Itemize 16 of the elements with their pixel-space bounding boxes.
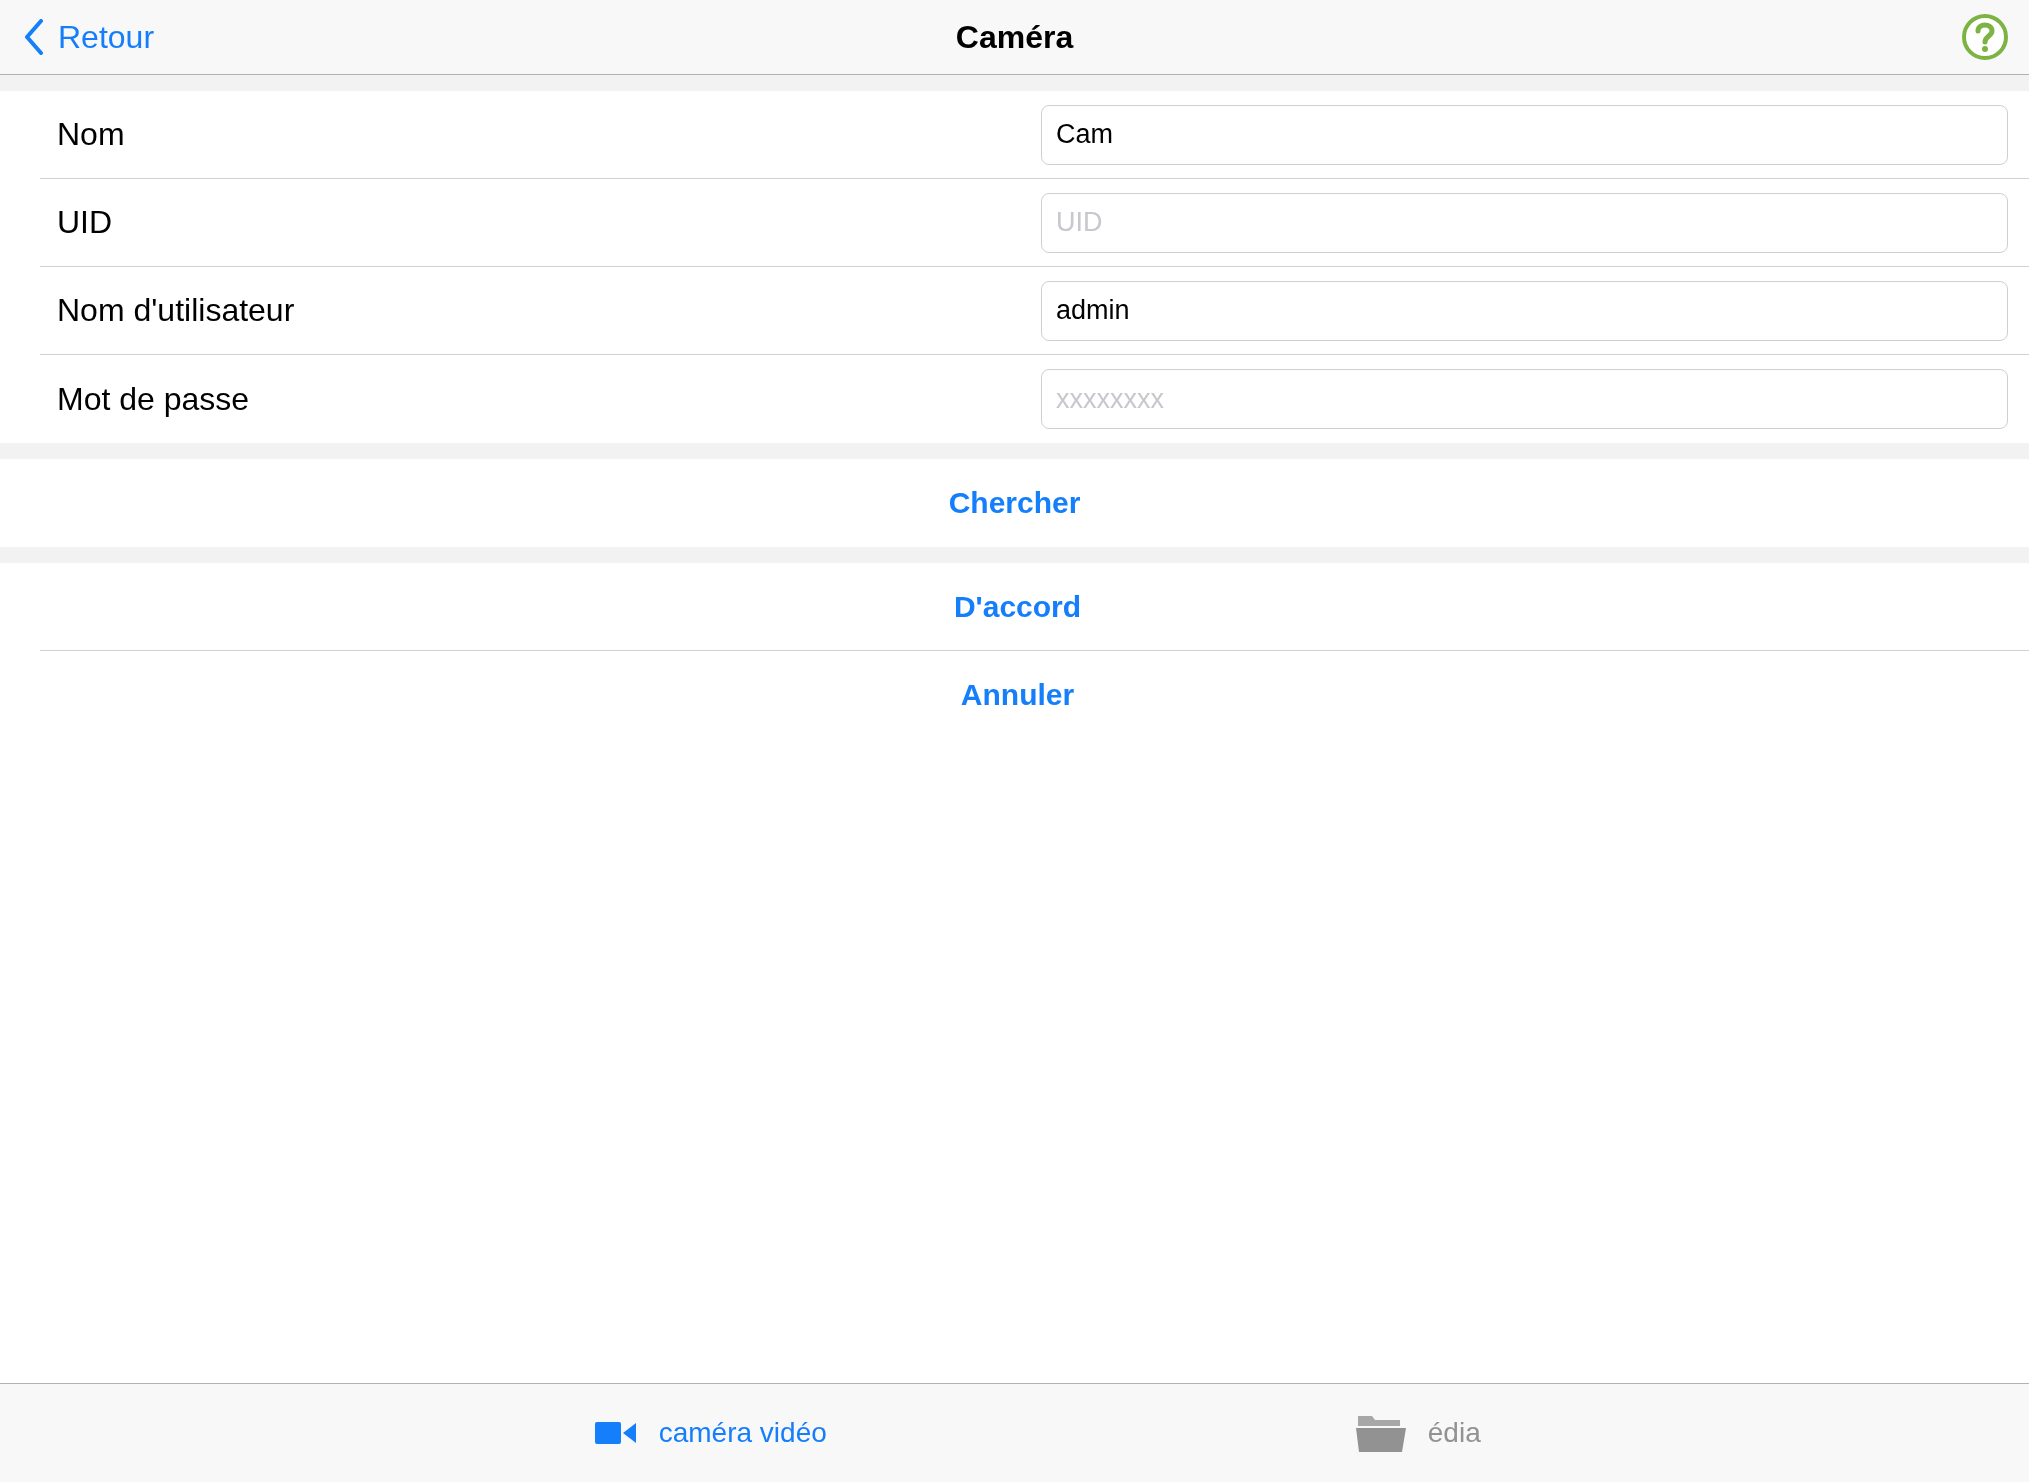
tab[interactable]: édia — [1067, 1384, 2029, 1482]
field-label: UID — [57, 204, 113, 241]
field-label: Nom d'utilisateur — [57, 292, 295, 329]
screen-title: Caméra — [955, 18, 1074, 56]
input-field[interactable]: UID — [1041, 192, 2008, 253]
input-field[interactable]: xxxxxxxx — [1041, 369, 2008, 429]
chevron-left-icon — [24, 19, 44, 55]
tab[interactable]: caméra vidéo — [0, 1384, 1068, 1482]
input-field[interactable]: admin — [1041, 280, 2008, 341]
field-label: Nom — [57, 116, 125, 153]
help-icon[interactable] — [1961, 13, 2009, 61]
back-button[interactable]: Retour — [24, 18, 155, 56]
video-camera-icon — [594, 1421, 637, 1445]
folder-icon — [1355, 1414, 1406, 1452]
field-label: Mot de passe — [57, 380, 250, 418]
input-field[interactable]: Cam — [1041, 104, 2008, 165]
